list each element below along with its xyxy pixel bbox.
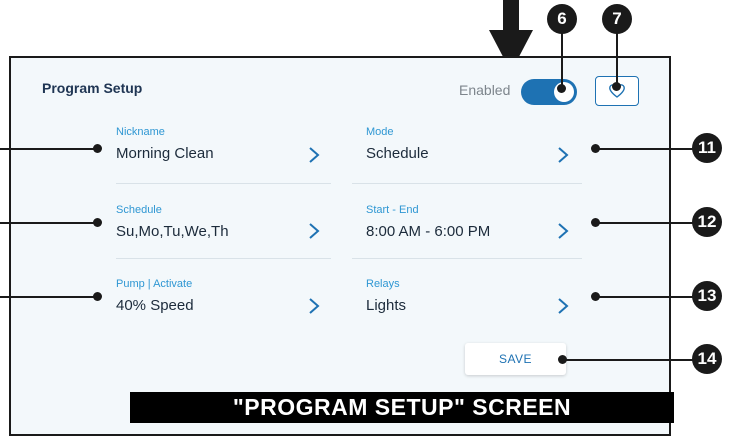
callout-badge-12: 12: [692, 207, 722, 237]
divider: [352, 258, 582, 259]
field-label: Relays: [366, 278, 400, 290]
callout-leader: [595, 148, 693, 150]
save-button[interactable]: SAVE: [465, 343, 566, 375]
callout-dot: [612, 82, 621, 91]
program-setup-panel: [9, 56, 671, 436]
divider: [352, 183, 582, 184]
callout-leader: [0, 222, 97, 224]
field-label: Nickname: [116, 126, 165, 138]
field-label: Pump | Activate: [116, 278, 193, 290]
field-value: 8:00 AM - 6:00 PM: [366, 223, 491, 240]
screen-caption: "PROGRAM SETUP" SCREEN: [130, 392, 674, 423]
page-title: Program Setup: [42, 80, 143, 96]
callout-badge-7: 7: [602, 4, 632, 34]
callout-leader: [562, 359, 693, 361]
field-value: Schedule: [366, 145, 429, 162]
divider: [116, 258, 331, 259]
callout-leader: [561, 32, 563, 92]
callout-badge-6: 6: [547, 4, 577, 34]
enabled-toggle[interactable]: [521, 79, 577, 105]
callout-leader: [0, 296, 97, 298]
callout-dot: [93, 144, 102, 153]
callout-leader: [0, 148, 97, 150]
callout-leader: [595, 222, 693, 224]
chevron-right-icon[interactable]: [308, 222, 320, 240]
field-value: Su,Mo,Tu,We,Th: [116, 223, 229, 240]
field-label: Mode: [366, 126, 394, 138]
enabled-label: Enabled: [459, 82, 511, 98]
chevron-right-icon[interactable]: [308, 297, 320, 315]
field-value: Lights: [366, 297, 407, 314]
divider: [116, 183, 331, 184]
field-label: Schedule: [116, 204, 162, 216]
callout-dot: [93, 218, 102, 227]
callout-dot: [557, 84, 566, 93]
callout-dot: [93, 292, 102, 301]
chevron-right-icon[interactable]: [557, 146, 569, 164]
field-label: Start - End: [366, 204, 419, 216]
chevron-right-icon[interactable]: [557, 222, 569, 240]
chevron-right-icon[interactable]: [308, 146, 320, 164]
chevron-right-icon[interactable]: [557, 297, 569, 315]
field-value: 40% Speed: [116, 297, 194, 314]
callout-leader: [595, 296, 693, 298]
callout-badge-14: 14: [692, 344, 722, 374]
callout-badge-11: 11: [692, 133, 722, 163]
callout-badge-13: 13: [692, 281, 722, 311]
field-value: Morning Clean: [116, 145, 214, 162]
